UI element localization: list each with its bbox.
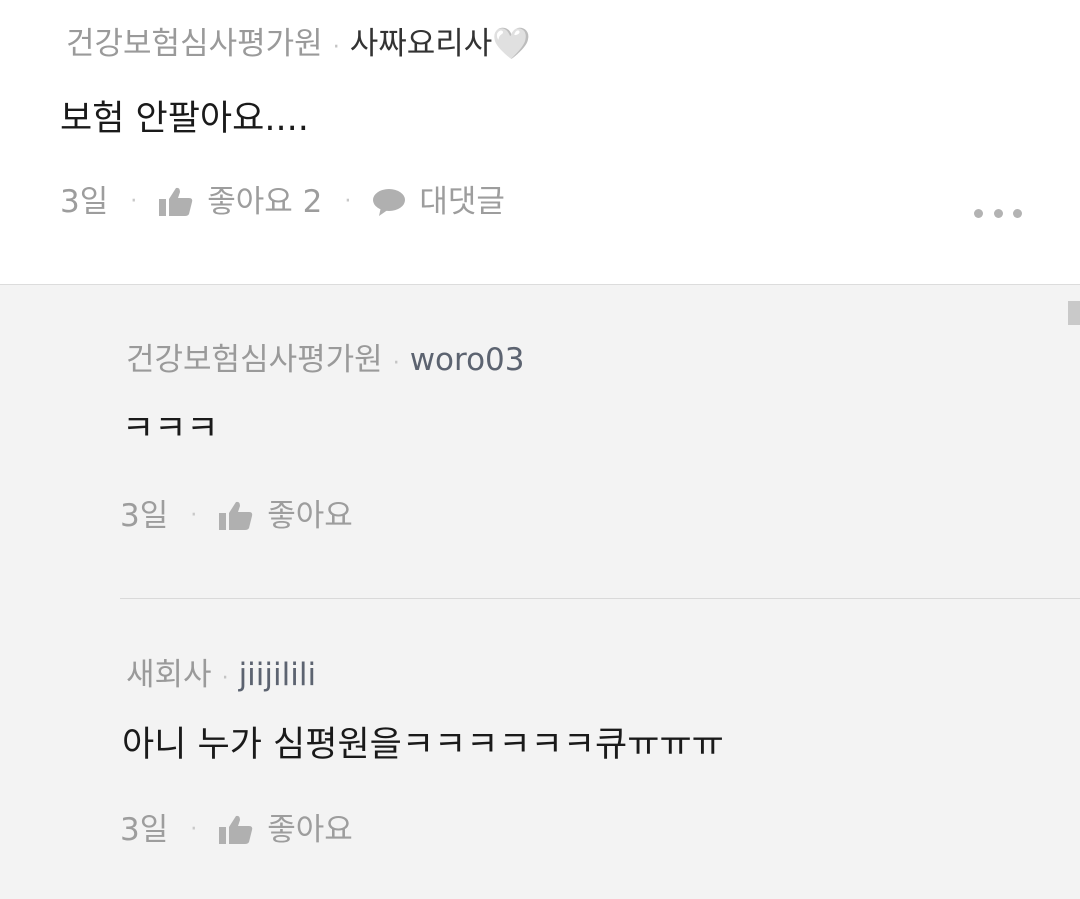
separator-dot: · (190, 503, 198, 528)
reply-divider (120, 598, 1080, 599)
like-button[interactable]: 좋아요 (267, 496, 353, 536)
comment-actions: 3일 · 좋아요 2 · 대댓글 (60, 182, 505, 222)
more-dot (1013, 208, 1022, 218)
reply-time: 3일 (120, 498, 169, 534)
comment-time: 3일 (60, 184, 109, 220)
comment-thread: 건강보험심사평가원 · 사짜요리사🤍 보험 안팔아요.... 3일 · 좋아요 2 … (0, 0, 1080, 899)
reply-button[interactable]: 대댓글 (419, 182, 505, 222)
thumbs-up-icon[interactable] (159, 187, 193, 217)
author-company: 새회사 (126, 657, 212, 693)
reply-actions: 3일 · 좋아요 (120, 810, 353, 850)
reply-author-line: 건강보험심사평가원 · woro03 (126, 340, 524, 384)
more-dot (974, 208, 983, 218)
reply-text: 아니 누가 심평원을ㅋㅋㅋㅋㅋㅋ큐ㅠㅠㅠ (122, 725, 724, 765)
speech-bubble-icon[interactable] (373, 188, 406, 216)
like-button[interactable]: 좋아요 2 (207, 182, 322, 222)
comment-card: 건강보험심사평가원 · 사짜요리사🤍 보험 안팔아요.... 3일 · 좋아요 2 … (0, 0, 1080, 285)
reply-author-line: 새회사 · jiijilili (126, 655, 316, 699)
scrollbar[interactable] (1068, 301, 1080, 325)
author-nickname[interactable]: woro03 (410, 342, 525, 378)
thumbs-up-icon[interactable] (219, 815, 253, 845)
separator-dot: · (130, 189, 138, 214)
author-nickname[interactable]: jiijilili (239, 657, 317, 693)
author-nickname[interactable]: 사짜요리사🤍 (350, 26, 531, 62)
separator-dot: · (392, 351, 400, 376)
separator-dot: · (190, 817, 198, 842)
separator-dot: · (332, 35, 340, 60)
thumbs-up-icon[interactable] (219, 501, 253, 531)
like-button[interactable]: 좋아요 (267, 810, 353, 850)
comment-author-line: 건강보험심사평가원 · 사짜요리사🤍 (66, 24, 531, 68)
author-company: 건강보험심사평가원 (66, 26, 323, 62)
reply-text: ㅋㅋㅋ (122, 409, 219, 449)
author-company: 건강보험심사평가원 (126, 342, 383, 378)
more-dot (993, 208, 1003, 218)
separator-dot: · (221, 666, 229, 691)
reply-time: 3일 (120, 812, 169, 848)
comment-text: 보험 안팔아요.... (60, 99, 309, 139)
more-dots-icon[interactable] (970, 200, 1026, 226)
reply-actions: 3일 · 좋아요 (120, 496, 353, 536)
separator-dot: · (344, 189, 352, 214)
